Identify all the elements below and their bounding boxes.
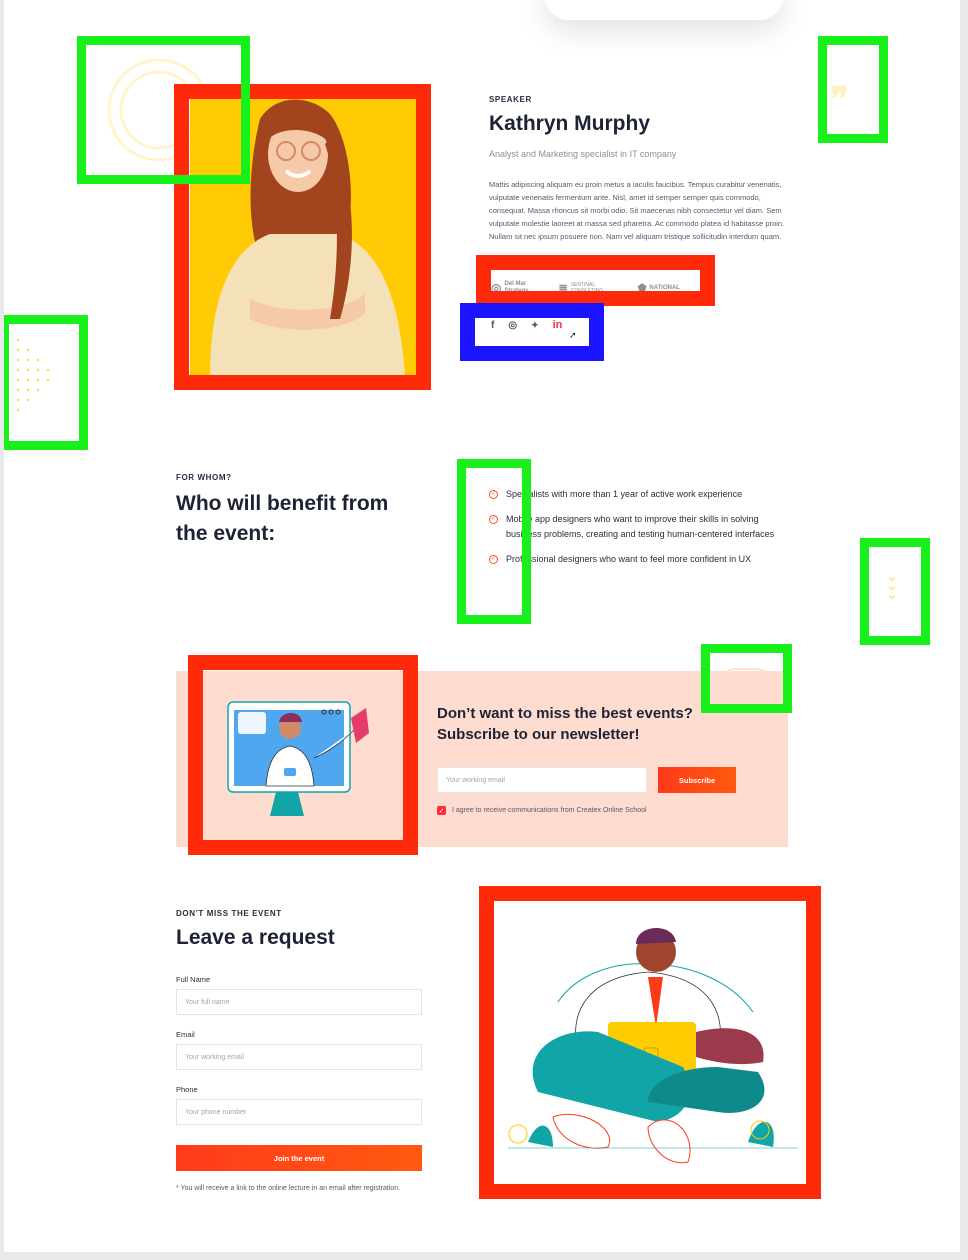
highlight-newsletter-illustration: [188, 655, 418, 855]
highlight-benefit-checks: [457, 459, 531, 624]
highlight-partner-logos: [476, 255, 715, 306]
join-event-button[interactable]: Join the event: [176, 1145, 422, 1171]
phone-label: Phone: [176, 1085, 198, 1094]
highlight-decor-quotes: [818, 36, 888, 143]
fullname-label: Full Name: [176, 975, 211, 984]
page: SPEAKER Kathryn Murphy Analyst and Marke…: [4, 0, 960, 1252]
list-item: ✓ Specialists with more than 1 year of a…: [489, 489, 743, 499]
consent-checkbox[interactable]: ✓: [437, 806, 446, 815]
list-item: ✓ Mobile app designers who want to impro…: [489, 514, 775, 539]
fullname-input[interactable]: Your full name: [176, 989, 422, 1015]
highlight-decor-rings: [77, 36, 250, 184]
speaker-role: Analyst and Marketing specialist in IT c…: [489, 149, 677, 159]
request-title: Leave a request: [176, 926, 335, 949]
subscribe-button[interactable]: Subscribe: [658, 767, 736, 793]
request-note: * You will receive a link to the online …: [176, 1185, 401, 1192]
speaker-name: Kathryn Murphy: [489, 112, 651, 135]
newsletter-consent: ✓ I agree to receive communications from…: [437, 806, 647, 815]
request-eyebrow: DON’T MISS THE EVENT: [176, 909, 282, 918]
list-item: ✓ Professional designers who want to fee…: [489, 554, 752, 564]
highlight-decor-chevrons: [860, 538, 930, 645]
email-input[interactable]: Your working email: [176, 1044, 422, 1070]
benefit-list: ✓ Specialists with more than 1 year of a…: [489, 487, 789, 567]
email-label: Email: [176, 1030, 195, 1039]
for-whom-eyebrow: FOR WHOM?: [176, 473, 232, 482]
highlight-request-illustration: [479, 886, 821, 1199]
top-floating-card: [544, 0, 784, 20]
for-whom-title: Who will benefit from the event:: [176, 492, 389, 545]
speaker-eyebrow: SPEAKER: [489, 95, 532, 104]
highlight-social-links: [460, 303, 604, 361]
highlight-newsletter-decor: [701, 644, 792, 713]
highlight-decor-dots: [4, 315, 88, 450]
phone-input[interactable]: Your phone number: [176, 1099, 422, 1125]
newsletter-title: Don’t want to miss the best events? Subs…: [437, 705, 693, 743]
speaker-bio: Mattis adipiscing aliquam eu proin metus…: [489, 180, 785, 241]
newsletter-email-input[interactable]: Your working email: [437, 767, 647, 793]
